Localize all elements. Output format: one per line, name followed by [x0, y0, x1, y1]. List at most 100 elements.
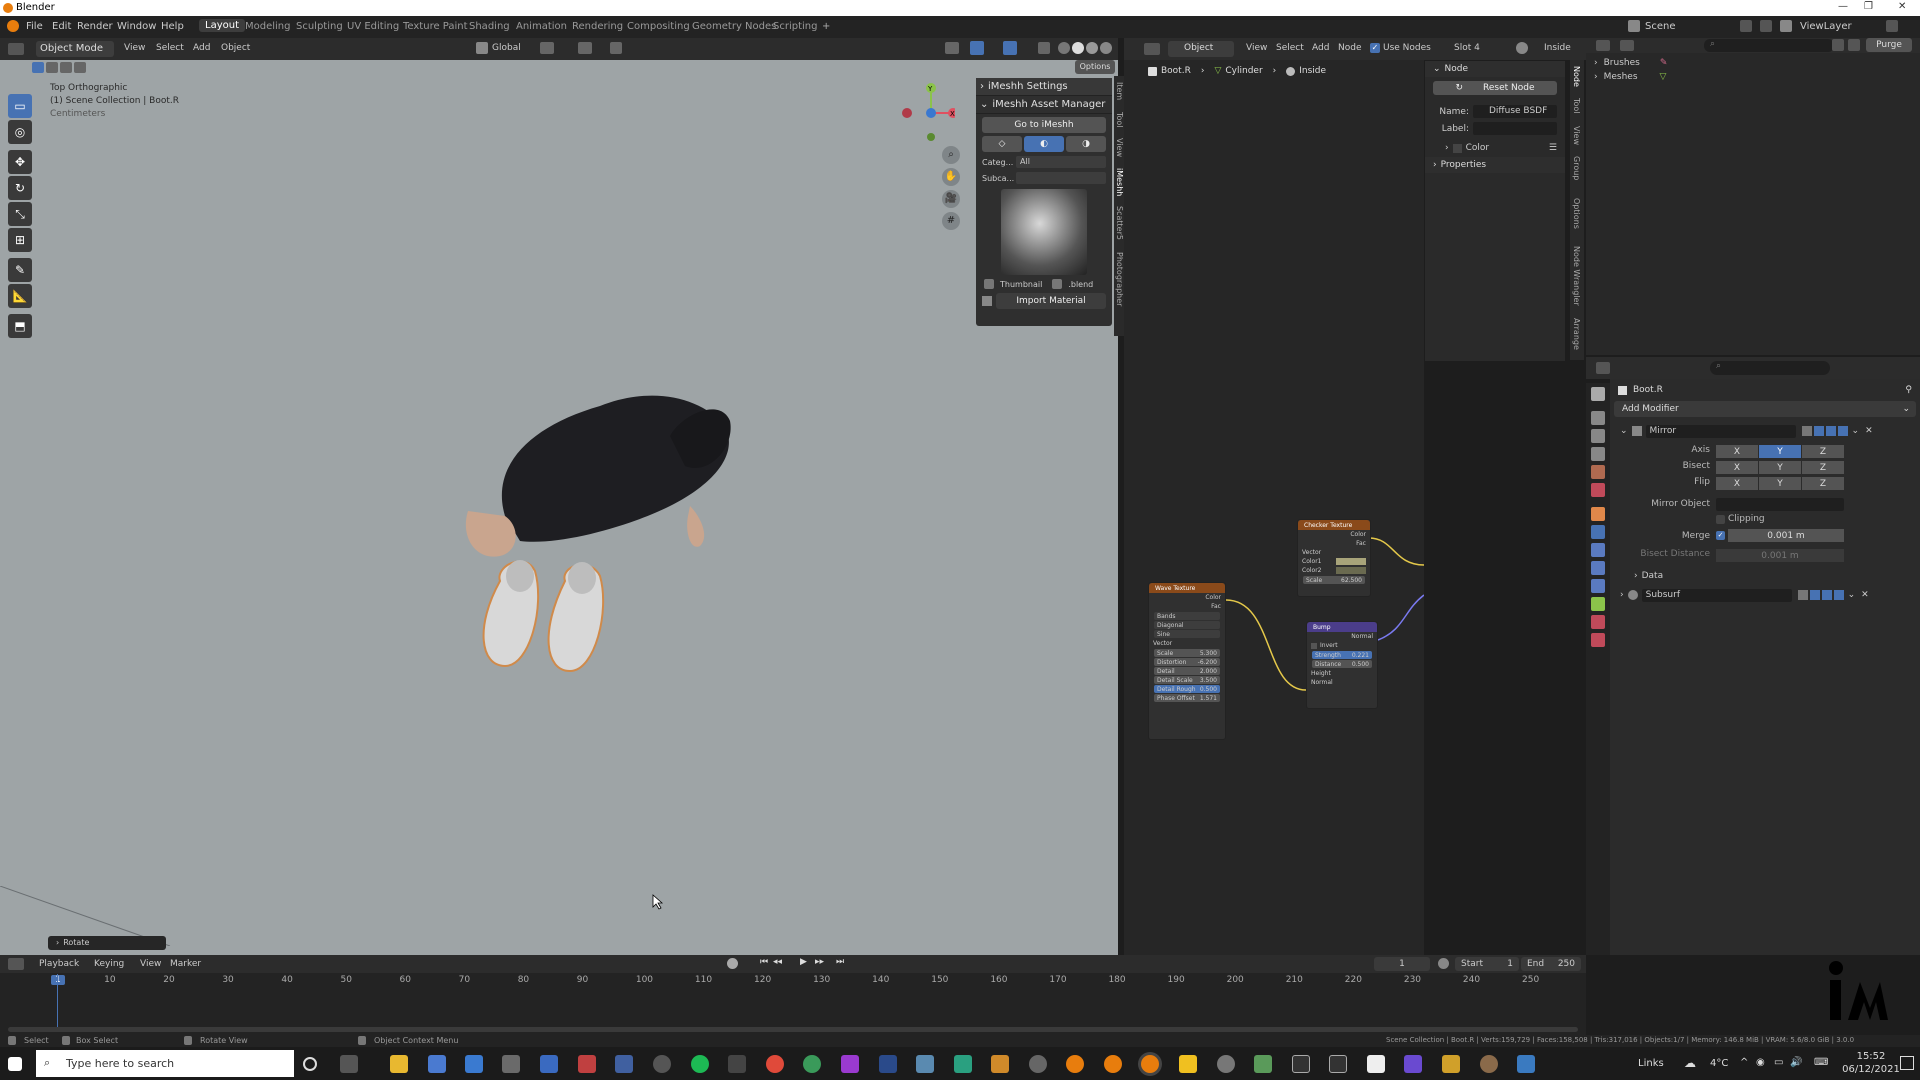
wave-output-fac[interactable]: Fac [1149, 602, 1225, 611]
subsurf-name-field[interactable]: Subsurf [1641, 588, 1792, 602]
delete-scene-icon[interactable] [1760, 20, 1772, 32]
subsurf-remove-icon[interactable]: ✕ [1861, 590, 1869, 600]
jump-start-icon[interactable]: ⏮ [760, 957, 768, 967]
remove-modifier-icon[interactable]: ✕ [1865, 426, 1873, 436]
annotate-tool-icon[interactable]: ✎ [8, 258, 32, 282]
blender-menu-icon[interactable] [7, 20, 19, 32]
app-icon-3[interactable] [502, 1055, 520, 1073]
options-dropdown[interactable]: Options [1075, 60, 1115, 74]
menu-file[interactable]: File [26, 21, 43, 32]
wave-distortion-field[interactable]: Distortion -6.200 [1154, 658, 1220, 666]
viewport-toggle-icon[interactable] [1825, 426, 1836, 436]
character-model[interactable] [450, 366, 750, 706]
outliner-item-meshes[interactable]: › Meshes ▽ [1594, 71, 1920, 83]
menu-help[interactable]: Help [161, 21, 184, 32]
node-editor-type-icon[interactable] [1144, 43, 1160, 55]
visibility-icon[interactable] [945, 42, 959, 54]
timeline-view-menu[interactable]: View [140, 959, 161, 969]
bump-input-height[interactable]: Height [1307, 669, 1377, 678]
add-cube-tool-icon[interactable]: ⬒ [8, 314, 32, 338]
checker-input-vector[interactable]: Vector [1298, 548, 1370, 557]
merge-checkbox[interactable]: ✓ [1716, 531, 1725, 540]
mirror-object-field[interactable] [1716, 498, 1844, 511]
shader-type-dropdown[interactable]: Object [1168, 41, 1234, 57]
weather-cloud-icon[interactable]: ☁ [1684, 1056, 1696, 1070]
mirror-name-field[interactable]: Mirror [1645, 424, 1796, 438]
add-workspace-icon[interactable]: + [822, 21, 830, 32]
cursor-tool-icon[interactable]: ◎ [8, 120, 32, 144]
app-icon-17[interactable] [1442, 1055, 1460, 1073]
wave-texture-node[interactable]: Wave Texture Color Fac Bands Diagonal Si… [1148, 582, 1226, 740]
reset-node-button[interactable]: ↻ Reset Node [1433, 81, 1557, 95]
playback-menu[interactable]: Playback [39, 959, 79, 969]
node-tab-options[interactable]: Options [1572, 198, 1581, 229]
navigation-gizmo[interactable]: Y X [895, 76, 955, 146]
select-mode-subtract-icon[interactable] [60, 62, 72, 73]
clipping-checkbox[interactable] [1716, 515, 1725, 524]
app-icon-1[interactable] [428, 1055, 446, 1073]
material-props-icon[interactable] [1591, 615, 1605, 629]
3d-viewport[interactable]: Top Orthographic (1) Scene Collection | … [0, 76, 1126, 955]
merge-distance-field[interactable]: 0.001 m [1728, 529, 1844, 542]
tab-imeshh[interactable]: iMeshh [1115, 168, 1124, 196]
camera-icon[interactable]: 🎥 [942, 190, 960, 208]
modifier-props-icon[interactable] [1591, 525, 1605, 539]
record-icon[interactable] [727, 958, 738, 969]
move-tool-icon[interactable]: ✥ [8, 150, 32, 174]
list-icon[interactable]: ☰ [1549, 143, 1557, 153]
modifier-menu-icon[interactable]: ⌄ [1852, 426, 1860, 436]
material-type-icon[interactable]: ◐ [1024, 136, 1064, 152]
app-icon-19[interactable] [1517, 1055, 1535, 1073]
pivot-icon[interactable] [540, 42, 554, 54]
play-icon[interactable]: ▶ [800, 957, 807, 967]
proportional-edit-icon[interactable] [610, 42, 622, 54]
clock-time[interactable]: 15:52 [1840, 1051, 1902, 1062]
chrome-profile-icon[interactable] [803, 1055, 821, 1073]
zoom-icon[interactable]: ⌕ [942, 146, 960, 164]
bump-strength-field[interactable]: Strength 0.221 [1312, 651, 1372, 659]
asset-manager-header[interactable]: ⌄ iMeshh Asset Manager [976, 96, 1112, 114]
tab-texture-paint[interactable]: Texture Paint [403, 21, 468, 32]
subsurf-cage-toggle-icon[interactable] [1809, 590, 1820, 600]
playhead-line[interactable] [57, 974, 58, 1029]
outliner-item-brushes[interactable]: › Brushes ✎ [1594, 57, 1920, 69]
menu-object[interactable]: Object [221, 43, 250, 53]
node-menu-add[interactable]: Add [1312, 43, 1329, 53]
color2-swatch[interactable] [1336, 567, 1366, 574]
render-toggle-icon[interactable] [1837, 426, 1848, 436]
tray-expand-icon[interactable]: ^ [1740, 1057, 1748, 1068]
links-toolbar[interactable]: Links [1638, 1058, 1664, 1069]
tab-compositing[interactable]: Compositing [627, 21, 690, 32]
scene-props-icon[interactable] [1591, 465, 1605, 479]
measure-tool-icon[interactable]: 📐 [8, 284, 32, 308]
start-frame-field[interactable]: Start 1 [1455, 957, 1519, 971]
axis-x-toggle[interactable]: X [1716, 445, 1758, 458]
menu-view[interactable]: View [124, 43, 145, 53]
node-tab-view[interactable]: View [1572, 126, 1581, 145]
tray-app-icon[interactable]: ◉ [1756, 1057, 1765, 1068]
select-mode-extend-icon[interactable] [46, 62, 58, 73]
orientation-dropdown[interactable]: Global [492, 43, 521, 53]
purge-button[interactable]: Purge [1866, 38, 1912, 52]
tab-photographer[interactable]: Photographer [1115, 252, 1124, 306]
rotate-tool-icon[interactable]: ↻ [8, 176, 32, 200]
timeline-type-icon[interactable] [8, 958, 24, 970]
add-modifier-dropdown[interactable]: Add Modifier ⌄ [1614, 401, 1916, 417]
tool-props-icon[interactable] [1591, 387, 1605, 401]
wave-detail-scale-field[interactable]: Detail Scale 3.500 [1154, 676, 1220, 684]
tab-rendering[interactable]: Rendering [572, 21, 623, 32]
end-frame-field[interactable]: End 250 [1521, 957, 1581, 971]
app-icon-2[interactable] [465, 1055, 483, 1073]
gizmo-toggle-icon[interactable] [970, 41, 984, 55]
go-to-imeshh-button[interactable]: Go to iMeshh [982, 117, 1106, 133]
hdri-type-icon[interactable]: ◑ [1066, 136, 1106, 152]
bump-invert-checkbox[interactable]: Invert [1307, 641, 1377, 650]
display-mode-icon[interactable] [1620, 40, 1634, 51]
subsurf-menu-icon[interactable]: ⌄ [1848, 590, 1856, 600]
mirror-modifier-header[interactable]: ⌄ Mirror ⌄ ✕ [1614, 423, 1916, 439]
outliner-search-input[interactable]: ⌕ [1704, 39, 1834, 52]
app-icon-4[interactable] [578, 1055, 596, 1073]
menu-select[interactable]: Select [156, 43, 184, 53]
node-menu-select[interactable]: Select [1276, 43, 1304, 53]
minimize-icon[interactable]: — [1838, 1, 1848, 12]
